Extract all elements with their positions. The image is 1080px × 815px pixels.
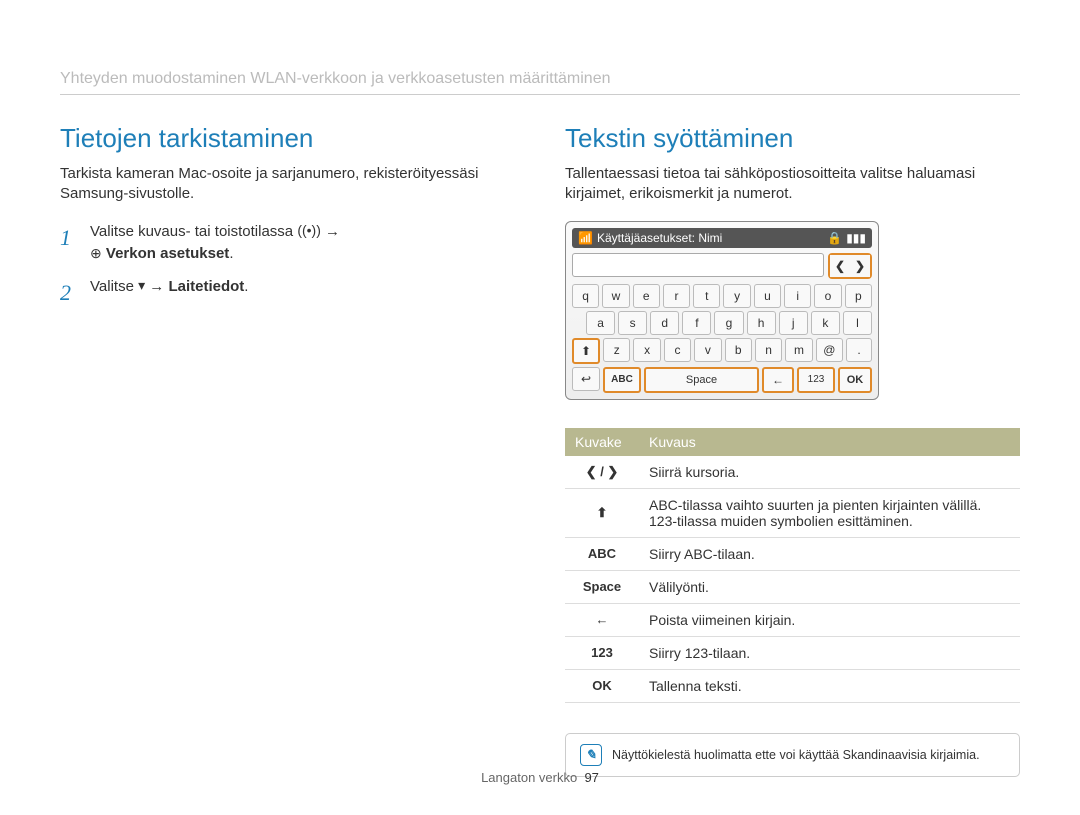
key-k[interactable]: k — [811, 311, 840, 335]
wifi-status-icon: 📶 — [578, 231, 593, 245]
key-m[interactable]: m — [785, 338, 812, 362]
key-g[interactable]: g — [714, 311, 743, 335]
right-column: Tekstin syöttäminen Tallentaessasi tieto… — [565, 123, 1020, 777]
desc: Välilyönti. — [639, 570, 1020, 603]
note-icon: ✎ — [580, 744, 602, 766]
step-2: 2 Valitse ▾ → Laitetiedot. — [60, 276, 515, 309]
backspace-key[interactable]: ← — [762, 367, 794, 393]
key-t[interactable]: t — [693, 284, 720, 308]
step-number: 1 — [60, 221, 80, 266]
cursor-right-icon[interactable]: ❯ — [850, 255, 870, 277]
shift-icon: ⬆ — [565, 488, 639, 537]
numeric-icon: 123 — [565, 636, 639, 669]
key-h[interactable]: h — [747, 311, 776, 335]
desc: Siirry ABC-tilaan. — [639, 537, 1020, 570]
table-row: OK Tallenna teksti. — [565, 669, 1020, 702]
table-row: Space Välilyönti. — [565, 570, 1020, 603]
backspace-icon: ← — [565, 603, 639, 636]
page-footer: Langaton verkko 97 — [0, 770, 1080, 785]
desc: ABC-tilassa vaihto suurten ja pienten ki… — [639, 488, 1020, 537]
desc: Siirry 123-tilaan. — [639, 636, 1020, 669]
key-l[interactable]: l — [843, 311, 872, 335]
table-row: ⬆ ABC-tilassa vaihto suurten ja pienten … — [565, 488, 1020, 537]
key-at[interactable]: @ — [816, 338, 843, 362]
wifi-icon: ((•)) — [297, 220, 321, 241]
key-i[interactable]: i — [784, 284, 811, 308]
key-y[interactable]: y — [723, 284, 750, 308]
divider — [60, 94, 1020, 95]
key-c[interactable]: c — [664, 338, 691, 362]
arrow-icon: → — [325, 223, 340, 240]
battery-icon: ▮▮▮ — [846, 231, 866, 245]
intro-left: Tarkista kameran Mac-osoite ja sarjanume… — [60, 164, 515, 205]
step1-after: . — [229, 245, 233, 262]
text-input[interactable] — [572, 253, 824, 277]
desc: Poista viimeinen kirjain. — [639, 603, 1020, 636]
th-desc: Kuvaus — [639, 428, 1020, 456]
down-icon: ▾ — [138, 275, 145, 296]
key-r[interactable]: r — [663, 284, 690, 308]
ok-icon: OK — [565, 669, 639, 702]
step2-bold: Laitetiedot — [168, 278, 244, 295]
ok-key[interactable]: OK — [838, 367, 872, 393]
numeric-mode-key[interactable]: 123 — [797, 367, 835, 393]
keyboard-title: Käyttäjäasetukset: Nimi — [597, 231, 722, 245]
key-j[interactable]: j — [779, 311, 808, 335]
key-row-2: a s d f g h j k l — [572, 311, 872, 335]
cursor-left-icon[interactable]: ❮ — [830, 255, 850, 277]
footer-section: Langaton verkko — [481, 770, 577, 785]
key-d[interactable]: d — [650, 311, 679, 335]
step-number: 2 — [60, 276, 80, 309]
key-q[interactable]: q — [572, 284, 599, 308]
table-row: ← Poista viimeinen kirjain. — [565, 603, 1020, 636]
desc: Siirrä kursoria. — [639, 456, 1020, 489]
table-row: ABC Siirry ABC-tilaan. — [565, 537, 1020, 570]
key-row-3: ⬆ z x c v b n m @ . — [572, 338, 872, 364]
key-v[interactable]: v — [694, 338, 721, 362]
intro-right: Tallentaessasi tietoa tai sähköpostiosoi… — [565, 164, 1020, 205]
key-s[interactable]: s — [618, 311, 647, 335]
page-number: 97 — [584, 770, 598, 785]
key-f[interactable]: f — [682, 311, 711, 335]
desc: Tallenna teksti. — [639, 669, 1020, 702]
th-icon: Kuvake — [565, 428, 639, 456]
step1-bold: Verkon asetukset — [106, 245, 229, 262]
table-row: 123 Siirry 123-tilaan. — [565, 636, 1020, 669]
key-o[interactable]: o — [814, 284, 841, 308]
key-a[interactable]: a — [586, 311, 615, 335]
key-x[interactable]: x — [633, 338, 660, 362]
step2-after: . — [244, 278, 248, 295]
key-e[interactable]: e — [633, 284, 660, 308]
heading-right: Tekstin syöttäminen — [565, 123, 1020, 154]
left-column: Tietojen tarkistaminen Tarkista kameran … — [60, 123, 515, 777]
lock-icon: 🔒 — [827, 231, 842, 245]
key-b[interactable]: b — [725, 338, 752, 362]
step1-text-a: Valitse kuvaus- tai toistotilassa — [90, 223, 297, 240]
cursor-move-icon: ❮ / ❯ — [565, 456, 639, 489]
step2-arrow: → — [149, 278, 168, 295]
step-1: 1 Valitse kuvaus- tai toistotilassa ((•)… — [60, 221, 515, 266]
key-u[interactable]: u — [754, 284, 781, 308]
key-row-1: q w e r t y u i o p — [572, 284, 872, 308]
table-row: ❮ / ❯ Siirrä kursoria. — [565, 456, 1020, 489]
key-p[interactable]: p — [845, 284, 872, 308]
globe-icon: ⊕ — [90, 243, 102, 264]
heading-left: Tietojen tarkistaminen — [60, 123, 515, 154]
onscreen-keyboard: 📶 Käyttäjäasetukset: Nimi 🔒 ▮▮▮ ❮ ❯ q w … — [565, 221, 879, 400]
abc-mode-key[interactable]: ABC — [603, 367, 641, 393]
space-key[interactable]: Space — [644, 367, 759, 393]
icon-legend-table: Kuvake Kuvaus ❮ / ❯ Siirrä kursoria. ⬆ A… — [565, 428, 1020, 703]
shift-key[interactable]: ⬆ — [572, 338, 600, 364]
key-z[interactable]: z — [603, 338, 630, 362]
note-text: Näyttökielestä huolimatta ette voi käytt… — [612, 748, 980, 762]
step2-text-a: Valitse — [90, 278, 138, 295]
key-period[interactable]: . — [846, 338, 872, 362]
cursor-arrows[interactable]: ❮ ❯ — [828, 253, 872, 279]
back-key[interactable]: ↩ — [572, 367, 600, 391]
key-n[interactable]: n — [755, 338, 782, 362]
space-icon: Space — [565, 570, 639, 603]
breadcrumb: Yhteyden muodostaminen WLAN-verkkoon ja … — [60, 70, 1020, 88]
abc-icon: ABC — [565, 537, 639, 570]
key-w[interactable]: w — [602, 284, 629, 308]
